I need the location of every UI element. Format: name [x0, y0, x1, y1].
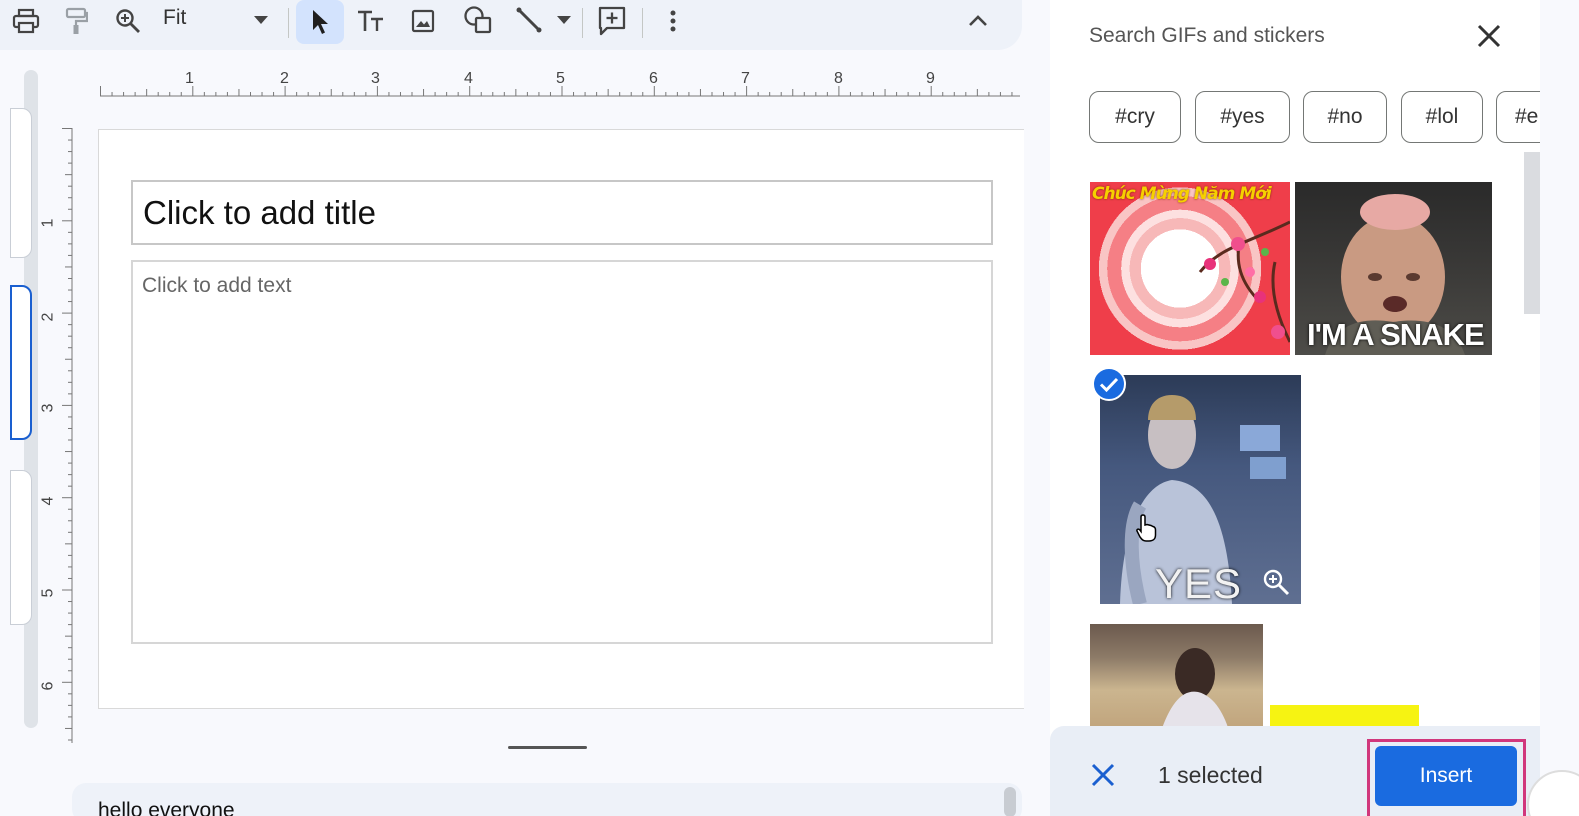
selected-check-icon[interactable] — [1092, 367, 1126, 401]
ruler-number: 6 — [649, 70, 658, 87]
select-cursor-icon — [313, 10, 328, 34]
gif-result-yes[interactable]: YES — [1100, 375, 1301, 604]
panel-scrollbar[interactable] — [1524, 152, 1540, 314]
body-placeholder-text: Click to add text — [142, 274, 292, 297]
title-placeholder-text: Click to add title — [143, 194, 376, 231]
zoom-icon[interactable] — [112, 6, 144, 36]
print-icon[interactable] — [8, 6, 44, 36]
ruler-number: 9 — [926, 70, 935, 87]
collapse-icon[interactable] — [962, 8, 994, 34]
ruler-number: 5 — [556, 70, 565, 87]
title-placeholder[interactable]: Click to add title — [131, 180, 993, 245]
ruler-number: 3 — [371, 70, 380, 87]
ruler-number: 4 — [464, 70, 473, 87]
toolbar-divider — [288, 8, 289, 38]
tag-chip-yes[interactable]: #yes — [1195, 91, 1290, 143]
paint-format-icon[interactable] — [60, 6, 92, 36]
ruler-number: 6 — [39, 681, 57, 691]
tag-chip-lol[interactable]: #lol — [1401, 91, 1483, 143]
text-box-icon[interactable] — [354, 6, 388, 36]
gif-search-input[interactable]: Search GIFs and stickers — [1089, 24, 1325, 48]
selection-footer: 1 selected Insert — [1050, 726, 1540, 816]
zoom-preview-icon[interactable] — [1262, 568, 1290, 601]
ruler-number: 4 — [39, 496, 57, 506]
gif-caption: Chúc Mừng Năm Mới — [1092, 184, 1272, 204]
line-dropdown-icon[interactable] — [554, 12, 574, 28]
select-tool-button[interactable] — [296, 0, 344, 44]
speaker-notes-text: hello everyone — [98, 799, 235, 816]
tag-chip-e[interactable]: #e — [1496, 91, 1540, 143]
horizontal-ruler: 1 2 3 4 5 6 7 8 9 — [100, 68, 1020, 98]
gif-sticker-panel: Search GIFs and stickers #cry #yes #no #… — [1050, 0, 1540, 816]
tag-chip-row: #cry #yes #no #lol #e — [1089, 91, 1540, 145]
ruler-number: 1 — [185, 70, 194, 87]
dropdown-arrow-icon[interactable] — [250, 12, 272, 28]
add-comment-icon[interactable] — [595, 4, 629, 38]
notes-resize-handle[interactable] — [508, 746, 587, 749]
filmstrip-scrollbar[interactable] — [10, 70, 38, 728]
shapes-icon[interactable] — [460, 4, 496, 36]
toolbar-divider — [642, 8, 643, 38]
gif-caption: YES — [1155, 560, 1243, 604]
toolbar-divider — [582, 8, 583, 38]
body-placeholder[interactable]: Click to add text — [131, 260, 993, 644]
gif-result-dancing[interactable] — [1090, 624, 1263, 734]
vertical-ruler: 1 2 3 4 5 6 — [39, 128, 74, 743]
hand-cursor-icon — [1135, 513, 1159, 548]
gif-caption: I'M A SNAKE — [1307, 317, 1485, 352]
ruler-number: 5 — [39, 588, 57, 598]
ruler-number: 2 — [280, 70, 289, 87]
clear-selection-icon[interactable] — [1090, 762, 1116, 788]
ruler-number: 2 — [39, 312, 57, 322]
toolbar: Fit — [0, 0, 1022, 50]
slide-thumbnail[interactable] — [10, 108, 32, 258]
selected-count: 1 selected — [1158, 762, 1263, 788]
gif-result-snake[interactable]: I'M A SNAKE — [1295, 182, 1492, 355]
more-options-icon[interactable] — [662, 6, 684, 36]
image-icon[interactable] — [408, 6, 438, 36]
tag-chip-cry[interactable]: #cry — [1089, 91, 1181, 143]
notes-scrollbar[interactable] — [1004, 787, 1016, 816]
zoom-value[interactable]: Fit — [163, 6, 186, 30]
gif-result-new-year[interactable]: Chúc Mừng Năm Mới — [1090, 182, 1290, 355]
ruler-number: 7 — [741, 70, 750, 87]
line-icon[interactable] — [512, 4, 546, 36]
slide-thumbnail-active[interactable] — [10, 285, 32, 440]
tag-chip-no[interactable]: #no — [1303, 91, 1387, 143]
ruler-number: 8 — [834, 70, 843, 87]
close-icon[interactable] — [1473, 20, 1505, 52]
speaker-notes[interactable]: hello everyone — [72, 783, 1022, 816]
ruler-number: 3 — [39, 403, 57, 413]
insert-button[interactable]: Insert — [1375, 746, 1517, 806]
slide-thumbnail[interactable] — [10, 470, 32, 625]
ruler-number: 1 — [39, 218, 57, 228]
